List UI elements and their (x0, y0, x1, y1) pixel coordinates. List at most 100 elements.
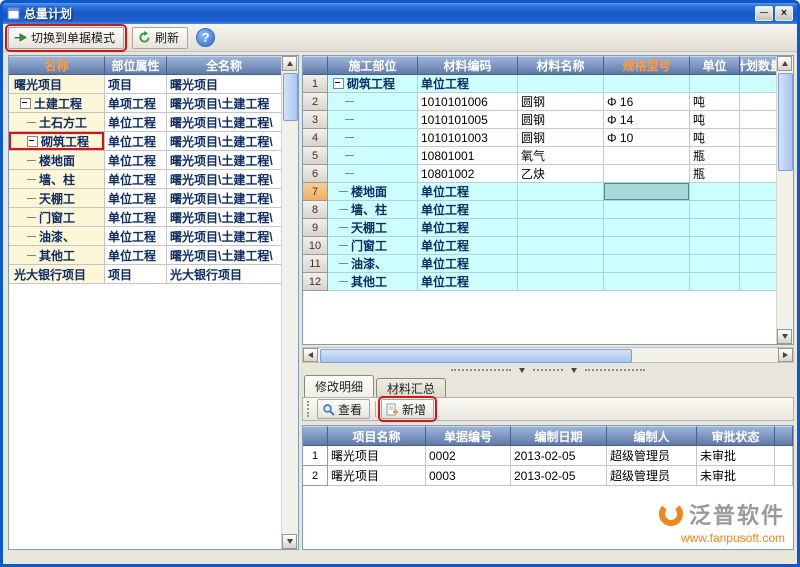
part-cell[interactable] (328, 129, 418, 147)
tree-row[interactable]: 油漆、 单位工程 曙光项目\土建工程\ (9, 227, 282, 246)
spec-cell[interactable]: Φ 14 (604, 111, 690, 129)
name-cell[interactable] (518, 273, 604, 291)
scroll-right-button[interactable] (778, 348, 793, 362)
code-cell[interactable]: 单位工程 (418, 183, 518, 201)
row-number-cell[interactable]: 12 (303, 273, 328, 291)
spec-cell[interactable] (604, 219, 690, 237)
name-cell[interactable] (518, 219, 604, 237)
tree-vertical-scrollbar[interactable] (281, 56, 298, 549)
row-number-cell[interactable]: 11 (303, 255, 328, 273)
name-cell[interactable] (518, 183, 604, 201)
code-cell[interactable]: 单位工程 (418, 255, 518, 273)
tree-header-name[interactable]: 名称 (9, 56, 105, 75)
spec-cell[interactable]: Φ 10 (604, 129, 690, 147)
tab-modify-detail[interactable]: 修改明细 (304, 375, 374, 397)
part-cell[interactable]: 楼地面 (328, 183, 418, 201)
name-cell[interactable]: 氧气 (518, 147, 604, 165)
row-number-cell[interactable]: 4 (303, 129, 328, 147)
qty-cell[interactable] (740, 273, 777, 291)
part-cell[interactable] (328, 93, 418, 111)
unit-cell[interactable] (690, 255, 740, 273)
tree-header-attr[interactable]: 部位属性 (105, 56, 167, 75)
tree-row[interactable]: 墙、柱 单位工程 曙光项目\土建工程\ (9, 170, 282, 189)
qty-cell[interactable] (740, 75, 777, 93)
name-cell[interactable]: 圆钢 (518, 93, 604, 111)
row-number-cell[interactable]: 10 (303, 237, 328, 255)
scroll-left-button[interactable] (303, 348, 318, 362)
qty-cell[interactable] (740, 201, 777, 219)
unit-cell[interactable] (690, 237, 740, 255)
tree-row[interactable]: 土石方工 单位工程 曙光项目\土建工程\ (9, 113, 282, 132)
unit-cell[interactable] (690, 75, 740, 93)
refresh-button[interactable]: 刷新 (132, 27, 188, 49)
code-cell[interactable]: 1010101005 (418, 111, 518, 129)
code-cell[interactable]: 1010101006 (418, 93, 518, 111)
detail-row[interactable]: 2 曙光项目 0003 2013-02-05 超级管理员 未审批 (303, 466, 793, 486)
part-cell[interactable]: 墙、柱 (328, 201, 418, 219)
tree-row[interactable]: 其他工 单位工程 曙光项目\土建工程\ (9, 246, 282, 265)
spec-cell-selected[interactable] (604, 183, 690, 201)
code-cell[interactable]: 10801002 (418, 165, 518, 183)
row-number-cell[interactable]: 1 (303, 75, 328, 93)
tree-row[interactable]: 楼地面 单位工程 曙光项目\土建工程\ (9, 151, 282, 170)
toolbar-grip[interactable] (307, 401, 309, 417)
header-qty[interactable]: 计划数量 (740, 56, 777, 75)
row-number-cell[interactable]: 6 (303, 165, 328, 183)
tree-collapse-icon[interactable] (27, 136, 38, 147)
header-author[interactable]: 编制人 (607, 426, 697, 446)
spec-cell[interactable] (604, 201, 690, 219)
part-cell[interactable] (328, 147, 418, 165)
qty-cell[interactable] (740, 237, 777, 255)
header-doc-no[interactable]: 单据编号 (426, 426, 511, 446)
scroll-thumb[interactable] (283, 73, 298, 121)
splitter-collapse-icon[interactable] (519, 368, 525, 373)
spec-cell[interactable] (604, 147, 690, 165)
code-cell[interactable]: 单位工程 (418, 75, 518, 93)
qty-cell[interactable] (740, 183, 777, 201)
name-cell[interactable] (518, 201, 604, 219)
tree-row[interactable]: 光大银行项目 项目 光大银行项目 (9, 265, 282, 284)
spec-cell[interactable] (604, 273, 690, 291)
spec-cell[interactable] (604, 165, 690, 183)
part-cell[interactable]: 其他工 (328, 273, 418, 291)
row-number-cell[interactable]: 2 (303, 93, 328, 111)
tree-row-selected[interactable]: 砌筑工程 单位工程 曙光项目\土建工程\ (9, 132, 282, 151)
header-code[interactable]: 材料编码 (418, 56, 518, 75)
name-cell[interactable] (518, 75, 604, 93)
part-cell[interactable]: 砌筑工程 (328, 75, 418, 93)
qty-cell[interactable] (740, 93, 777, 111)
code-cell[interactable]: 1010101003 (418, 129, 518, 147)
header-name[interactable]: 材料名称 (518, 56, 604, 75)
unit-cell[interactable] (690, 201, 740, 219)
unit-cell[interactable]: 吨 (690, 129, 740, 147)
horizontal-splitter[interactable] (302, 365, 794, 375)
header-unit[interactable]: 单位 (690, 56, 740, 75)
qty-cell[interactable] (740, 129, 777, 147)
close-button[interactable]: × (775, 6, 793, 21)
header-part[interactable]: 施工部位 (328, 56, 418, 75)
add-button[interactable]: 新增 (381, 399, 434, 419)
part-cell[interactable] (328, 165, 418, 183)
unit-cell[interactable]: 瓶 (690, 147, 740, 165)
tree-row[interactable]: 门窗工 单位工程 曙光项目\土建工程\ (9, 208, 282, 227)
tree-header-full[interactable]: 全名称 (167, 56, 282, 75)
qty-cell[interactable] (740, 111, 777, 129)
part-cell[interactable] (328, 111, 418, 129)
name-cell[interactable]: 圆钢 (518, 111, 604, 129)
unit-cell[interactable] (690, 183, 740, 201)
code-cell[interactable]: 单位工程 (418, 201, 518, 219)
part-cell[interactable]: 油漆、 (328, 255, 418, 273)
unit-cell[interactable]: 吨 (690, 111, 740, 129)
tree-row[interactable]: 天棚工 单位工程 曙光项目\土建工程\ (9, 189, 282, 208)
minimize-button[interactable]: ─ (755, 6, 773, 21)
name-cell[interactable]: 乙炔 (518, 165, 604, 183)
row-number-cell[interactable]: 9 (303, 219, 328, 237)
scroll-down-button[interactable] (777, 329, 792, 344)
tree-collapse-icon[interactable] (20, 98, 31, 109)
spec-cell[interactable] (604, 237, 690, 255)
code-cell[interactable]: 10801001 (418, 147, 518, 165)
code-cell[interactable]: 单位工程 (418, 273, 518, 291)
scroll-up-button[interactable] (282, 56, 297, 71)
scroll-down-button[interactable] (282, 534, 297, 549)
tab-material-summary[interactable]: 材料汇总 (376, 378, 446, 397)
